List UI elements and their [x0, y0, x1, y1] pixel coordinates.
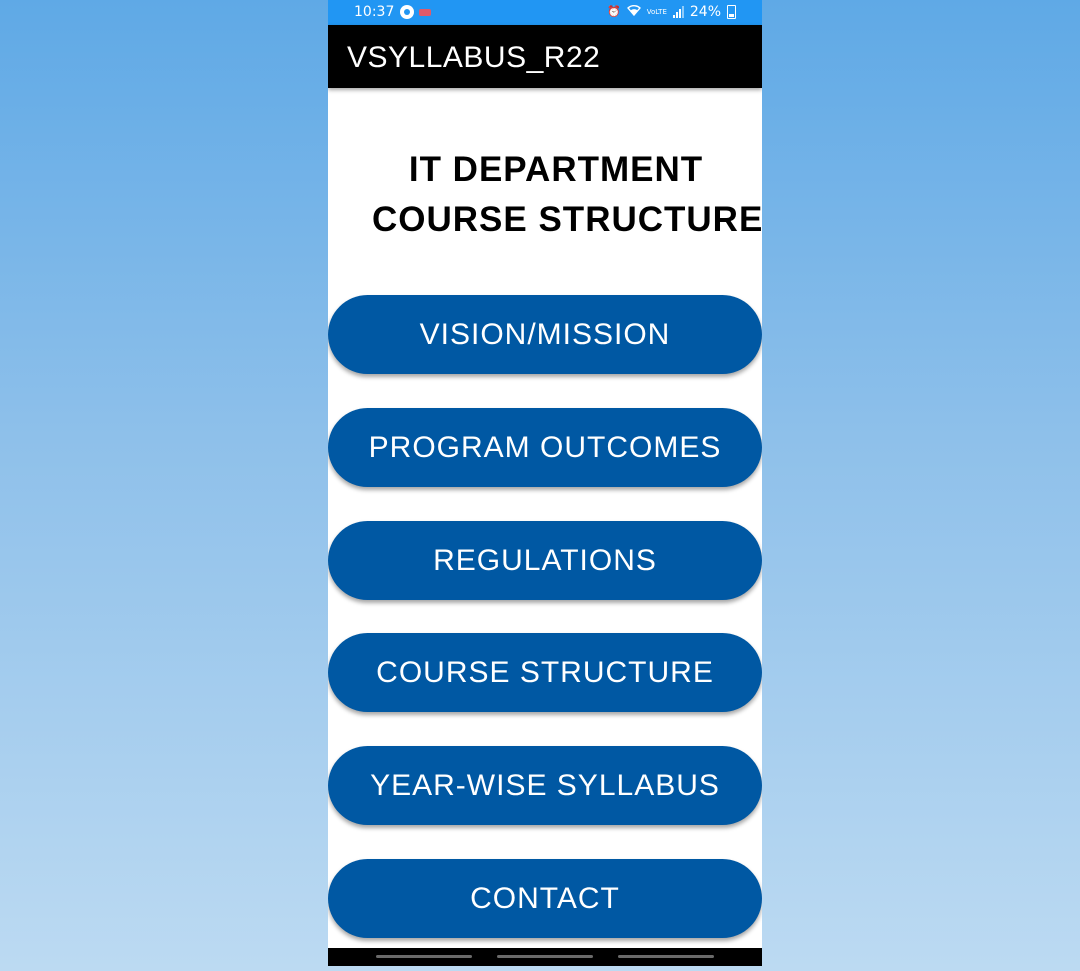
alarm-icon: ⏰	[607, 5, 621, 18]
phone-call-icon	[400, 5, 414, 19]
page-heading: IT DEPARTMENT COURSE STRUCTURE	[328, 145, 762, 245]
app-bar: VSYLLABUS_R22	[328, 25, 762, 88]
battery-percent: 24%	[689, 4, 721, 20]
volte-icon: VoLTE	[646, 7, 667, 16]
battery-icon	[727, 5, 736, 19]
status-icons: ⏰ VoLTE 24%	[607, 4, 736, 20]
vision-mission-button[interactable]: VISION/MISSION	[328, 295, 762, 374]
status-bar: 10:37 ⏰ VoLTE 24%	[328, 0, 762, 25]
program-outcomes-button[interactable]: PROGRAM OUTCOMES	[328, 408, 762, 487]
heading-line-course-structure: COURSE STRUCTURE	[372, 200, 762, 239]
heading-line-department: IT DEPARTMENT	[408, 150, 704, 189]
nav-recents-indicator[interactable]	[376, 955, 472, 958]
year-wise-syllabus-button[interactable]: YEAR-WISE SYLLABUS	[328, 746, 762, 825]
signal-icon	[672, 6, 684, 18]
status-time: 10:37	[354, 4, 395, 20]
course-structure-button[interactable]: COURSE STRUCTURE	[328, 633, 762, 712]
message-icon	[419, 9, 431, 16]
nav-home-indicator[interactable]	[497, 955, 593, 958]
phone-screen: 10:37 ⏰ VoLTE 24% VSYLLABUS_R22 IT DEPAR…	[328, 0, 762, 966]
regulations-button[interactable]: REGULATIONS	[328, 521, 762, 600]
navigation-bar	[328, 948, 762, 966]
nav-back-indicator[interactable]	[618, 955, 714, 958]
contact-button[interactable]: CONTACT	[328, 859, 762, 938]
wifi-icon	[626, 4, 641, 20]
app-title: VSYLLABUS_R22	[347, 41, 601, 74]
